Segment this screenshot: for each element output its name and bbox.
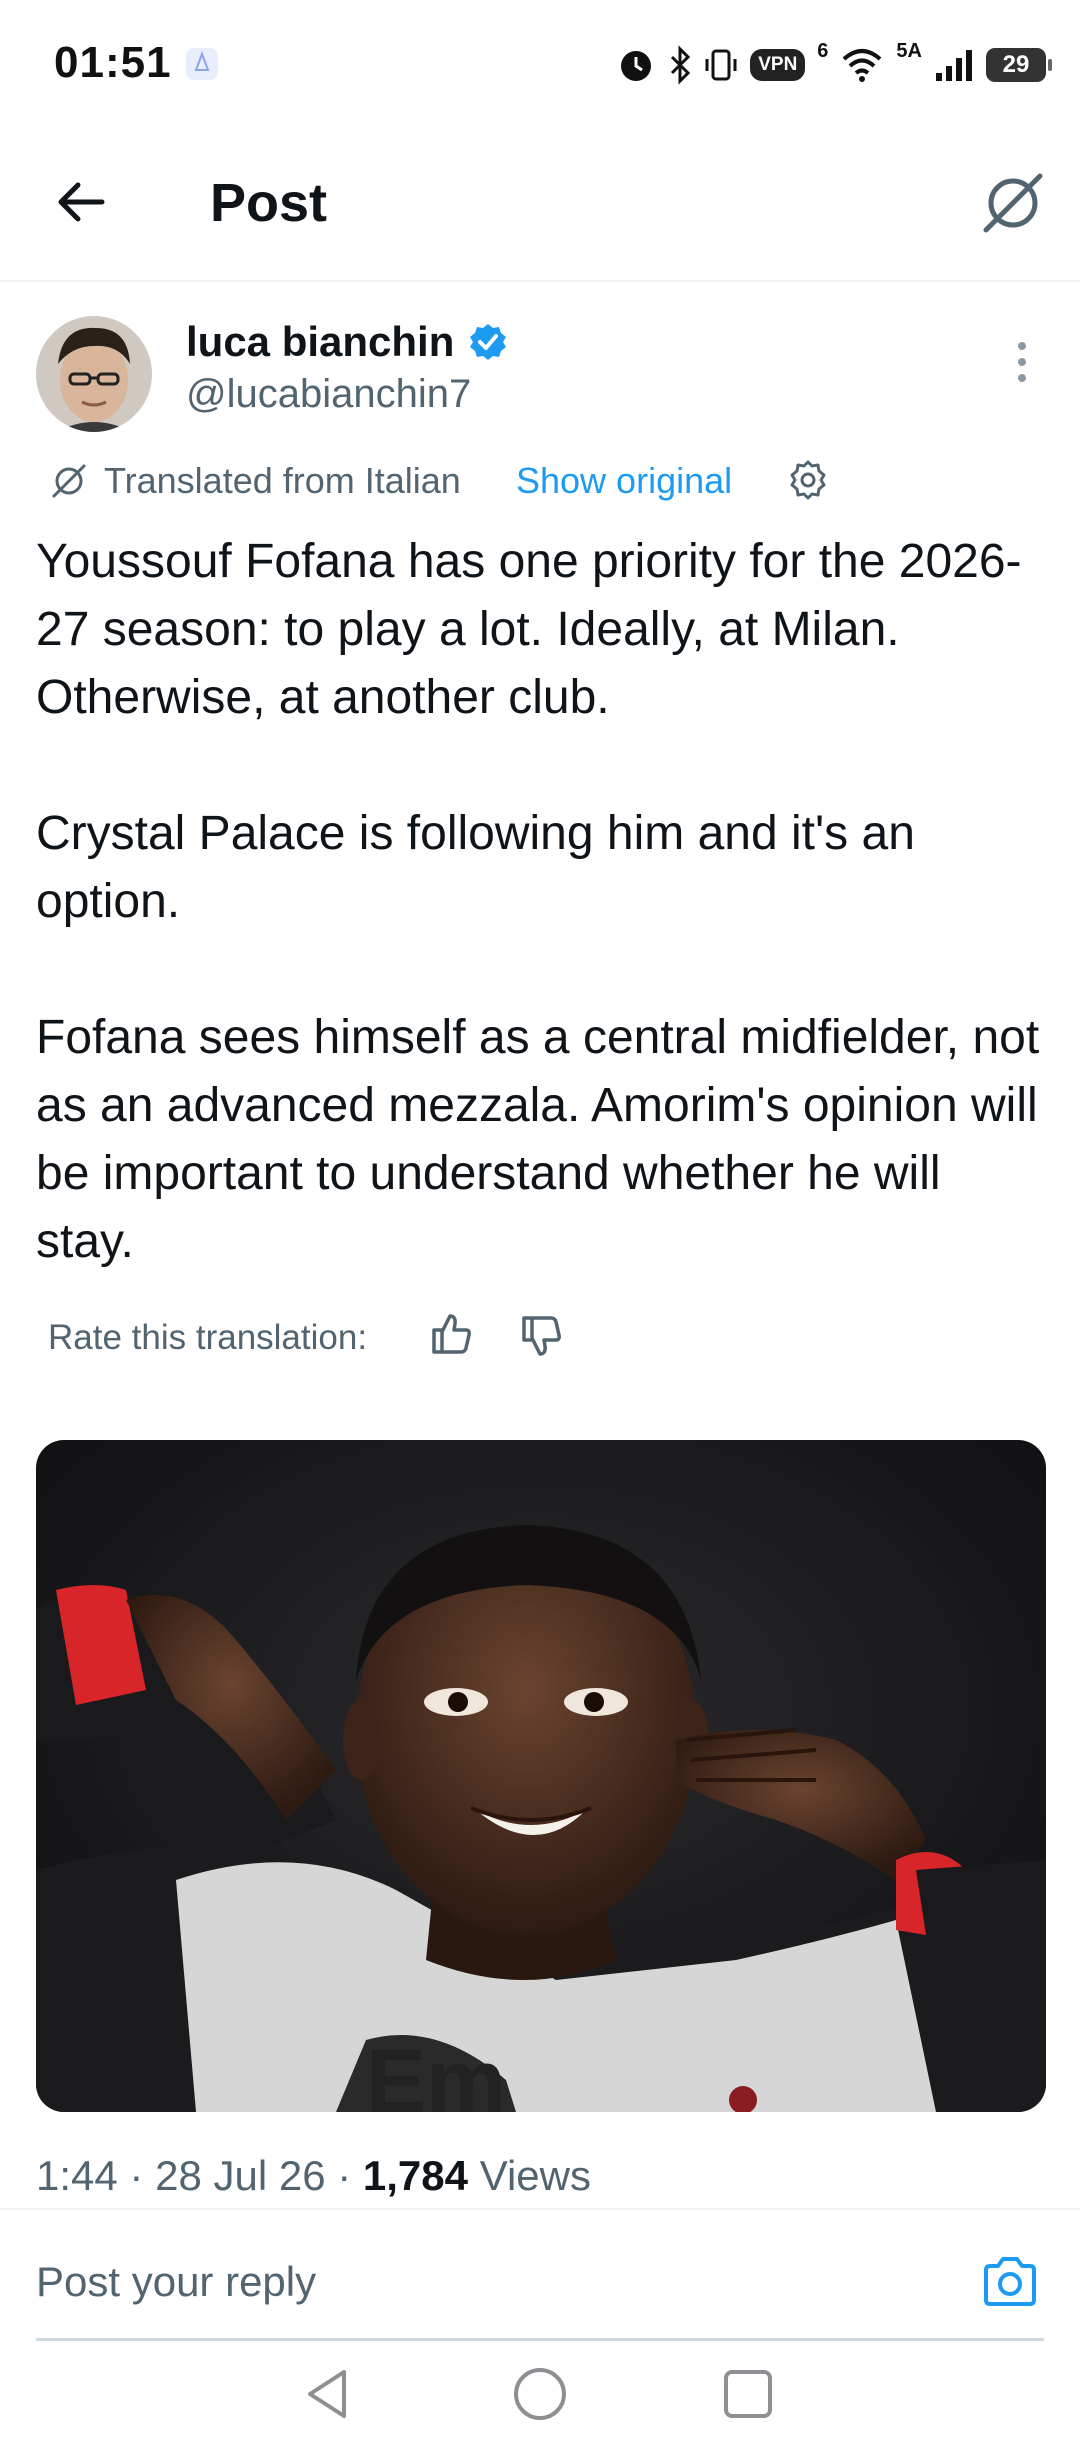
post-paragraph: Crystal Palace is following him and it's… bbox=[36, 807, 915, 928]
signal-type-label: 5A bbox=[896, 40, 922, 62]
vibrate-icon bbox=[705, 49, 737, 81]
verified-badge-icon bbox=[470, 324, 506, 360]
camera-icon[interactable] bbox=[980, 2254, 1040, 2310]
meta-divider bbox=[0, 2208, 1080, 2210]
status-icons: VPN 6 5A 29 bbox=[616, 40, 1052, 90]
back-arrow-icon[interactable] bbox=[52, 172, 112, 232]
battery-indicator: 29 bbox=[986, 48, 1052, 82]
author-name[interactable]: luca bianchin bbox=[186, 318, 454, 366]
page-title: Post bbox=[210, 173, 328, 233]
bluetooth-icon bbox=[671, 45, 691, 85]
post-paragraph: Fofana sees himself as a central midfiel… bbox=[36, 1011, 1040, 1268]
wifi-icon bbox=[843, 49, 882, 82]
post-date: 28 Jul 26 bbox=[155, 2152, 326, 2199]
meta-separator: · bbox=[337, 2152, 352, 2199]
translated-from-label: Translated from Italian bbox=[104, 460, 461, 501]
header-divider bbox=[0, 280, 1080, 282]
post-paragraph: Youssouf Fofana has one priority for the… bbox=[36, 535, 1022, 724]
status-time: 01:51 bbox=[54, 38, 172, 87]
meta-separator: · bbox=[129, 2152, 144, 2199]
post-image[interactable]: Em bbox=[36, 1440, 1046, 2112]
signal-icon bbox=[936, 50, 972, 81]
author-handle[interactable]: @lucabianchin7 bbox=[186, 372, 471, 417]
gear-icon[interactable] bbox=[786, 458, 830, 502]
reply-input[interactable] bbox=[36, 2258, 936, 2306]
post-text: Youssouf Fofana has one priority for the… bbox=[36, 528, 1046, 1276]
post-meta: 1:44 · 28 Jul 26 · 1,784 Views bbox=[36, 2152, 591, 2200]
post-time: 1:44 bbox=[36, 2152, 118, 2199]
nav-home-icon[interactable] bbox=[512, 2366, 568, 2422]
thumbs-down-icon[interactable] bbox=[518, 1312, 566, 1360]
reply-divider bbox=[36, 2338, 1044, 2341]
nav-recents-icon[interactable] bbox=[722, 2368, 774, 2420]
rate-translation-label: Rate this translation: bbox=[48, 1318, 368, 1357]
nav-back-icon[interactable] bbox=[302, 2366, 352, 2422]
grok-icon[interactable] bbox=[978, 168, 1048, 238]
translate-icon bbox=[52, 464, 86, 498]
notification-icon bbox=[186, 48, 218, 80]
avatar[interactable] bbox=[36, 316, 152, 432]
vpn-badge: VPN bbox=[750, 49, 806, 81]
views-label[interactable]: Views bbox=[480, 2152, 591, 2199]
show-original-link[interactable]: Show original bbox=[516, 460, 732, 502]
network-type-label: 6 bbox=[817, 40, 829, 62]
svg-text:Em: Em bbox=[366, 2032, 506, 2112]
thumbs-up-icon[interactable] bbox=[428, 1310, 476, 1358]
views-count[interactable]: 1,784 bbox=[363, 2152, 468, 2199]
alarm-icon bbox=[621, 51, 652, 81]
more-options-icon[interactable] bbox=[1010, 338, 1034, 386]
